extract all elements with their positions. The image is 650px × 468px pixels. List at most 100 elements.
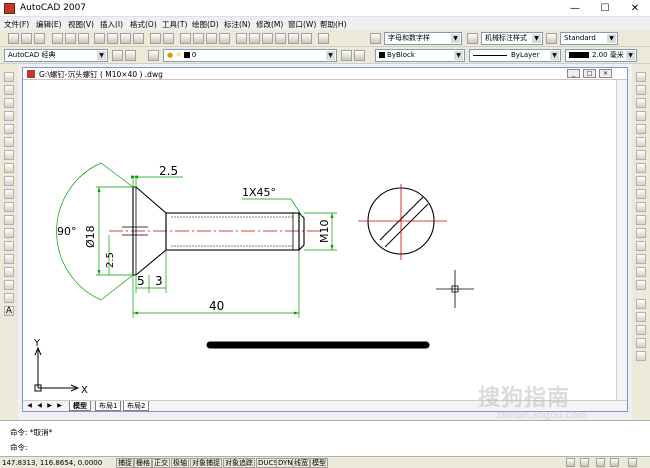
- linetype-select[interactable]: ByLayer ▼: [469, 49, 561, 62]
- drawing-close-button[interactable]: ×: [599, 69, 612, 78]
- zoom-window-icon[interactable]: [206, 33, 217, 44]
- menu-file[interactable]: 文件(F): [4, 19, 29, 30]
- chevron-down-icon[interactable]: ▼: [550, 51, 559, 60]
- copy-object-icon[interactable]: [636, 85, 646, 95]
- grid-toggle[interactable]: 栅格: [134, 458, 152, 468]
- trim-icon[interactable]: [636, 189, 646, 199]
- tab-prev-icon[interactable]: ◀: [35, 402, 44, 410]
- dim-style-icon[interactable]: [467, 33, 478, 44]
- make-block-icon[interactable]: [4, 228, 14, 238]
- chevron-down-icon[interactable]: ▼: [454, 51, 463, 60]
- spline-icon[interactable]: [4, 176, 14, 186]
- tool-palettes-icon[interactable]: [262, 33, 273, 44]
- break-at-point-icon[interactable]: [636, 215, 646, 225]
- construction-line-icon[interactable]: [4, 85, 14, 95]
- menu-dimension[interactable]: 标注(N): [224, 19, 250, 30]
- layer-previous-icon[interactable]: [354, 50, 365, 61]
- revision-cloud-icon[interactable]: [4, 163, 14, 173]
- preview-icon[interactable]: [65, 33, 76, 44]
- otrack-toggle[interactable]: 对象追踪: [223, 458, 255, 468]
- polygon-icon[interactable]: [4, 111, 14, 121]
- design-center-icon[interactable]: [249, 33, 260, 44]
- chevron-down-icon[interactable]: ▼: [626, 51, 635, 60]
- layer-select[interactable]: ● ☼ 0 ▼: [163, 49, 337, 62]
- pan-icon[interactable]: [180, 33, 191, 44]
- insert-block-icon[interactable]: [4, 215, 14, 225]
- polar-toggle[interactable]: 极轴: [171, 458, 189, 468]
- polyline-icon[interactable]: [4, 98, 14, 108]
- quickcalc-icon[interactable]: [301, 33, 312, 44]
- menu-format[interactable]: 格式(O): [130, 19, 157, 30]
- draw-order-icon[interactable]: [636, 299, 646, 309]
- tab-model[interactable]: 模型: [69, 401, 91, 411]
- erase-icon[interactable]: [636, 72, 646, 82]
- menu-insert[interactable]: 插入(I): [100, 19, 123, 30]
- zoom-previous-icon[interactable]: [219, 33, 230, 44]
- line-icon[interactable]: [4, 72, 14, 82]
- drawing-maximize-button[interactable]: □: [583, 69, 596, 78]
- tab-first-icon[interactable]: ◀: [25, 402, 34, 410]
- redo-icon[interactable]: [163, 33, 174, 44]
- lineweight-select[interactable]: 2.00 毫米 ▼: [565, 49, 637, 62]
- close-button[interactable]: ✕: [620, 0, 650, 17]
- clean-screen-icon[interactable]: [610, 458, 619, 467]
- menu-view[interactable]: 视图(V): [68, 19, 94, 30]
- tab-layout2[interactable]: 布局2: [123, 401, 150, 411]
- status-menu-icon[interactable]: [628, 458, 637, 467]
- cut-icon[interactable]: [94, 33, 105, 44]
- fillet-icon[interactable]: [636, 267, 646, 277]
- menu-tools[interactable]: 工具(T): [162, 19, 187, 30]
- multiline-text-icon[interactable]: A: [4, 306, 14, 316]
- circle-icon[interactable]: [4, 150, 14, 160]
- copy-icon[interactable]: [107, 33, 118, 44]
- rectangle-icon[interactable]: [4, 124, 14, 134]
- tab-next-icon[interactable]: ▶: [45, 402, 54, 410]
- stretch-icon[interactable]: [636, 176, 646, 186]
- text-style-icon[interactable]: [370, 33, 381, 44]
- chevron-down-icon[interactable]: ▼: [451, 34, 460, 43]
- lineweight-toggle[interactable]: 线宽: [292, 458, 310, 468]
- make-current-layer-icon[interactable]: [341, 50, 352, 61]
- markup-icon[interactable]: [288, 33, 299, 44]
- layer-manager-icon[interactable]: [148, 50, 159, 61]
- color-select[interactable]: ByBlock ▼: [375, 49, 465, 62]
- tab-layout1[interactable]: 布局1: [95, 401, 122, 411]
- move-icon[interactable]: [636, 137, 646, 147]
- print-icon[interactable]: [52, 33, 63, 44]
- drawing-minimize-button[interactable]: _: [567, 69, 580, 78]
- arc-icon[interactable]: [4, 137, 14, 147]
- maximize-button[interactable]: ☐: [590, 0, 620, 17]
- offset-icon[interactable]: [636, 111, 646, 121]
- match-properties-icon[interactable]: [133, 33, 144, 44]
- explode-icon[interactable]: [636, 280, 646, 290]
- command-prompt[interactable]: 命令:: [10, 442, 28, 453]
- menu-window[interactable]: 窗口(W): [288, 19, 316, 30]
- tab-last-icon[interactable]: ▶: [55, 402, 64, 410]
- chevron-down-icon[interactable]: ▼: [532, 34, 541, 43]
- my-workspace-icon[interactable]: [125, 50, 136, 61]
- vertical-scrollbar[interactable]: [616, 80, 627, 400]
- menu-draw[interactable]: 绘图(D): [192, 19, 219, 30]
- send-under-icon[interactable]: [636, 351, 646, 361]
- save-icon[interactable]: [34, 33, 45, 44]
- ortho-toggle[interactable]: 正交: [152, 458, 170, 468]
- properties-icon[interactable]: [236, 33, 247, 44]
- lock-icon[interactable]: [566, 458, 575, 467]
- table-style-icon[interactable]: [546, 33, 557, 44]
- point-icon[interactable]: [4, 241, 14, 251]
- extend-icon[interactable]: [636, 202, 646, 212]
- new-icon[interactable]: [8, 33, 19, 44]
- break-icon[interactable]: [636, 228, 646, 238]
- help-icon[interactable]: [318, 33, 329, 44]
- menu-edit[interactable]: 编辑(E): [36, 19, 62, 30]
- model-toggle[interactable]: 模型: [310, 458, 328, 468]
- ellipse-arc-icon[interactable]: [4, 202, 14, 212]
- bring-above-icon[interactable]: [636, 338, 646, 348]
- command-window[interactable]: 命令: *取消* 命令:: [0, 420, 650, 456]
- undo-icon[interactable]: [150, 33, 161, 44]
- table-icon[interactable]: [4, 293, 14, 303]
- dim-style-select[interactable]: 机械标注样式 ▼: [481, 32, 543, 45]
- scale-icon[interactable]: [636, 163, 646, 173]
- menu-help[interactable]: 帮助(H): [320, 19, 347, 30]
- hatch-icon[interactable]: [4, 254, 14, 264]
